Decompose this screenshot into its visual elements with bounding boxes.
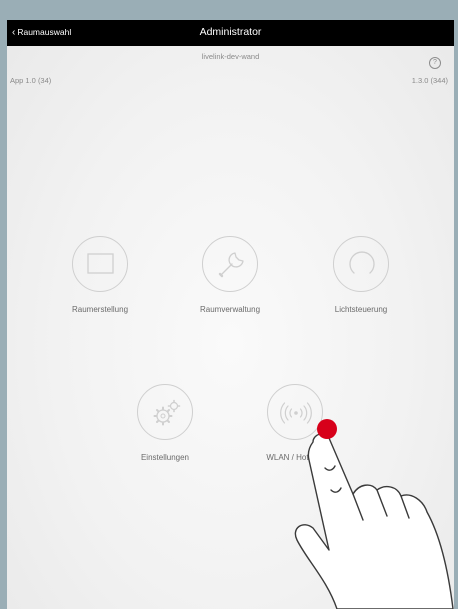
dimmer-ring-icon (349, 251, 375, 274)
tile-einstellungen[interactable]: Einstellungen (115, 384, 215, 462)
tile-wlan-hotspot[interactable]: WLAN / Hotspot (245, 384, 345, 462)
device-info-bar: livelink-dev-wand ? App 1.0 (34) 1.3.0 (… (7, 48, 454, 88)
device-name: livelink-dev-wand (201, 52, 260, 61)
help-button[interactable]: ? (429, 57, 441, 69)
tile-raumerstellung[interactable]: Raumerstellung (50, 236, 150, 314)
navigation-bar: ‹ Raumauswahl Administrator (7, 20, 454, 46)
app-screen: ‹ Raumauswahl Administrator livelink-dev-… (7, 20, 454, 609)
tile-label: Lichtsteuerung (334, 305, 388, 314)
tile-lichtsteuerung[interactable]: Lichtsteuerung (311, 236, 411, 314)
tile-wlan-hotspot-circle (267, 384, 323, 440)
gears-icon (153, 399, 181, 426)
firmware-version: 1.3.0 (344) (411, 76, 448, 85)
tile-lichtsteuerung-circle (333, 236, 389, 292)
app-version: App 1.0 (34) (10, 76, 52, 85)
tile-label: Einstellungen (140, 453, 190, 462)
wrench-icon (218, 252, 244, 278)
tile-einstellungen-circle (137, 384, 193, 440)
tap-gesture-overlay (294, 419, 454, 609)
tile-label: Raumerstellung (71, 305, 129, 314)
tile-label: Raumverwaltung (199, 305, 261, 314)
page-title: Administrator (199, 26, 262, 38)
tile-raumerstellung-circle (72, 236, 128, 292)
wifi-broadcast-icon (280, 402, 312, 424)
tile-raumverwaltung-circle (202, 236, 258, 292)
tile-raumverwaltung[interactable]: Raumverwaltung (180, 236, 280, 314)
screen-icon (87, 253, 114, 274)
tile-label: WLAN / Hotspot (266, 453, 324, 462)
